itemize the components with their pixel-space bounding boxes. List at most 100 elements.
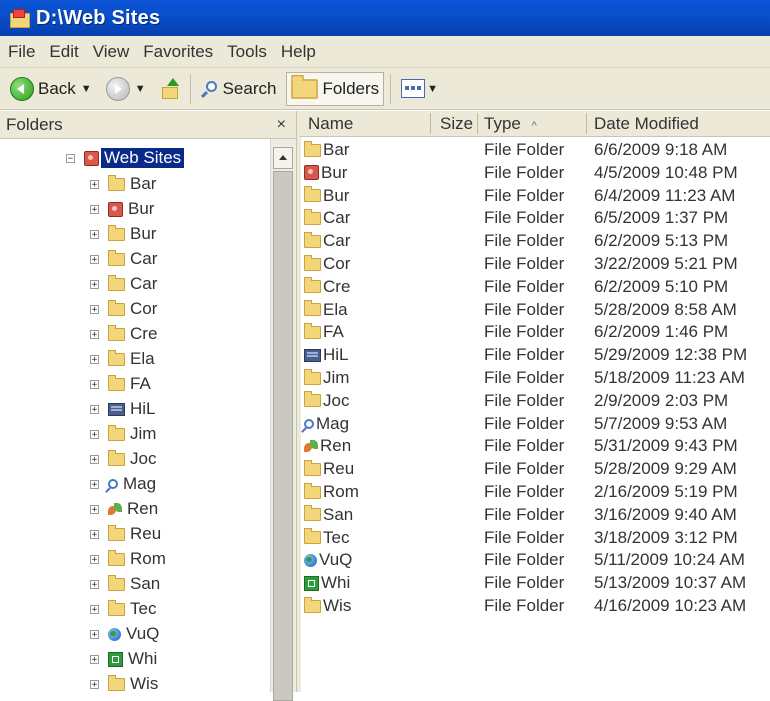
- expand-icon[interactable]: +: [90, 554, 99, 564]
- tree-item[interactable]: + Tec: [90, 598, 156, 620]
- tree-item[interactable]: + Car: [90, 248, 157, 270]
- expand-icon[interactable]: +: [90, 254, 99, 264]
- tree-item[interactable]: + Car: [90, 273, 157, 295]
- expand-icon[interactable]: +: [90, 604, 99, 614]
- menu-tools[interactable]: Tools: [227, 42, 267, 62]
- tree-item[interactable]: + Bar: [90, 173, 156, 195]
- scroll-up-button[interactable]: [273, 147, 293, 169]
- back-button[interactable]: Back ▼: [6, 72, 102, 106]
- tree-item[interactable]: + Cor: [90, 298, 157, 320]
- column-size[interactable]: Size: [440, 114, 473, 134]
- tree-item[interactable]: + Joc: [90, 448, 156, 470]
- tree-root-web-sites[interactable]: − Web Sites: [66, 147, 185, 169]
- expand-icon[interactable]: +: [90, 429, 99, 439]
- expand-icon[interactable]: +: [90, 629, 99, 639]
- column-resizer[interactable]: [586, 113, 587, 134]
- forward-button[interactable]: ▼: [102, 72, 156, 106]
- tree-item[interactable]: + VuQ: [90, 623, 159, 645]
- tree-item[interactable]: + Reu: [90, 523, 161, 545]
- list-row[interactable]: Rom File Folder 2/16/2009 5:19 PM: [300, 481, 770, 503]
- column-name[interactable]: Name: [308, 114, 353, 134]
- expand-icon[interactable]: +: [90, 529, 99, 539]
- tree-item-label: Wis: [130, 674, 159, 692]
- tree-item[interactable]: + San: [90, 573, 160, 595]
- list-row[interactable]: Tec File Folder 3/18/2009 3:12 PM: [300, 527, 770, 549]
- views-button[interactable]: ▼: [397, 72, 448, 106]
- list-row[interactable]: Wis File Folder 4/16/2009 10:23 AM: [300, 595, 770, 617]
- expand-icon[interactable]: +: [90, 679, 99, 689]
- list-row[interactable]: Cor File Folder 3/22/2009 5:21 PM: [300, 253, 770, 275]
- list-row[interactable]: Car File Folder 6/5/2009 1:37 PM: [300, 207, 770, 229]
- collapse-icon[interactable]: −: [66, 153, 75, 163]
- tree-item[interactable]: + Wis: [90, 673, 158, 692]
- list-row[interactable]: Jim File Folder 5/18/2009 11:23 AM: [300, 367, 770, 389]
- close-icon[interactable]: ×: [277, 116, 286, 134]
- list-row[interactable]: VuQ File Folder 5/11/2009 10:24 AM: [300, 549, 770, 571]
- tree-item[interactable]: + Bur: [90, 223, 156, 245]
- column-resizer[interactable]: [477, 113, 478, 134]
- expand-icon[interactable]: +: [90, 579, 99, 589]
- list-row[interactable]: Joc File Folder 2/9/2009 2:03 PM: [300, 390, 770, 412]
- tree-item-label: HiL: [130, 399, 156, 418]
- column-type[interactable]: Type ^: [484, 114, 537, 134]
- row-type: File Folder: [484, 162, 565, 182]
- tree-item[interactable]: + Jim: [90, 423, 156, 445]
- list-row[interactable]: FA File Folder 6/2/2009 1:46 PM: [300, 321, 770, 343]
- tree-scrollbar[interactable]: [270, 139, 297, 701]
- back-dropdown-icon[interactable]: ▼: [81, 83, 92, 95]
- expand-icon[interactable]: +: [90, 479, 99, 489]
- tree-item[interactable]: + Ren: [90, 498, 158, 520]
- menu-favorites[interactable]: Favorites: [143, 42, 213, 62]
- expand-icon[interactable]: +: [90, 279, 99, 289]
- tree-item[interactable]: + HiL: [90, 398, 156, 420]
- title-bar[interactable]: D:\Web Sites: [0, 0, 770, 36]
- tree-item[interactable]: + FA: [90, 373, 151, 395]
- expand-icon[interactable]: +: [90, 179, 99, 189]
- expand-icon[interactable]: +: [90, 379, 99, 389]
- tree-item[interactable]: + Ela: [90, 348, 155, 370]
- list-row[interactable]: Ren File Folder 5/31/2009 9:43 PM: [300, 435, 770, 457]
- list-row[interactable]: Bar File Folder 6/6/2009 9:18 AM: [300, 139, 770, 161]
- forward-dropdown-icon[interactable]: ▼: [135, 83, 146, 95]
- expand-icon[interactable]: +: [90, 454, 99, 464]
- tree-item[interactable]: + Rom: [90, 548, 166, 570]
- row-type: File Folder: [484, 413, 565, 433]
- tree-item[interactable]: + Mag: [90, 473, 156, 495]
- menu-view[interactable]: View: [93, 42, 130, 62]
- list-row[interactable]: Ela File Folder 5/28/2009 8:58 AM: [300, 299, 770, 321]
- menu-help[interactable]: Help: [281, 42, 316, 62]
- list-row[interactable]: Bur File Folder 4/5/2009 10:48 PM: [300, 162, 770, 184]
- expand-icon[interactable]: +: [90, 654, 99, 664]
- expand-icon[interactable]: +: [90, 304, 99, 314]
- list-row[interactable]: Mag File Folder 5/7/2009 9:53 AM: [300, 413, 770, 435]
- list-row[interactable]: Car File Folder 6/2/2009 5:13 PM: [300, 230, 770, 252]
- list-row[interactable]: Bur File Folder 6/4/2009 11:23 AM: [300, 185, 770, 207]
- row-type: File Folder: [484, 322, 565, 342]
- menu-edit[interactable]: Edit: [49, 42, 78, 62]
- expand-icon[interactable]: +: [90, 404, 99, 414]
- list-row[interactable]: Whi File Folder 5/13/2009 10:37 AM: [300, 572, 770, 594]
- up-folder-button[interactable]: [156, 72, 184, 106]
- views-dropdown-icon[interactable]: ▼: [427, 83, 438, 95]
- tree-item[interactable]: + Whi: [90, 648, 157, 670]
- folder-icon: [304, 459, 321, 476]
- website-icon: [84, 150, 99, 166]
- expand-icon[interactable]: +: [90, 504, 99, 514]
- scroll-thumb[interactable]: [273, 171, 293, 701]
- expand-icon[interactable]: +: [90, 329, 99, 339]
- list-row[interactable]: Reu File Folder 5/28/2009 9:29 AM: [300, 458, 770, 480]
- green-box-icon: [108, 651, 123, 667]
- list-row[interactable]: Cre File Folder 6/2/2009 5:10 PM: [300, 276, 770, 298]
- column-date-modified[interactable]: Date Modified: [594, 114, 699, 134]
- expand-icon[interactable]: +: [90, 229, 99, 239]
- column-resizer[interactable]: [430, 113, 431, 134]
- expand-icon[interactable]: +: [90, 354, 99, 364]
- tree-item[interactable]: + Cre: [90, 323, 157, 345]
- search-button[interactable]: Search: [197, 72, 281, 106]
- tree-item[interactable]: + Bur: [90, 198, 154, 220]
- folders-button[interactable]: Folders: [286, 71, 385, 106]
- expand-icon[interactable]: +: [90, 204, 99, 214]
- menu-file[interactable]: File: [8, 42, 35, 62]
- list-row[interactable]: San File Folder 3/16/2009 9:40 AM: [300, 504, 770, 526]
- list-row[interactable]: HiL File Folder 5/29/2009 12:38 PM: [300, 344, 770, 366]
